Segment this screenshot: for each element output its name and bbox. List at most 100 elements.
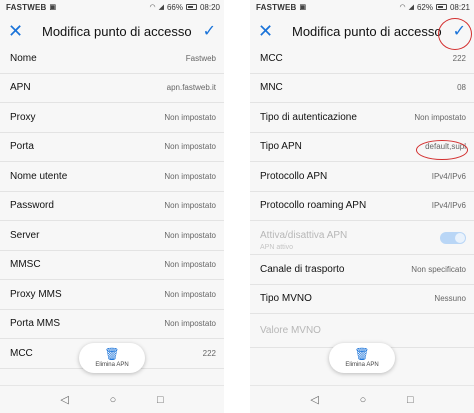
- recents-icon[interactable]: □: [407, 394, 414, 406]
- setting-row-porta[interactable]: Porta Non impostato: [0, 133, 224, 162]
- app-bar: ✕ Modifica punto di accesso ✓: [0, 14, 224, 48]
- signal-icon: ◢: [408, 4, 414, 11]
- confirm-check-icon[interactable]: ✓: [196, 21, 216, 41]
- setting-row-transport-channel[interactable]: Canale di trasporto Non specificato: [250, 255, 474, 285]
- apn-settings-list: Nome Fastweb APN apn.fastweb.it Proxy Non i…: [0, 44, 224, 369]
- confirm-check-icon[interactable]: ✓: [446, 21, 466, 41]
- setting-value: 222: [202, 348, 216, 358]
- setting-value: IPv4/IPv6: [431, 171, 466, 181]
- app-bar: ✕ Modifica punto di accesso ✓: [250, 14, 474, 48]
- setting-value: Non impostato: [414, 112, 466, 122]
- setting-value: Non impostato: [164, 171, 216, 181]
- back-icon[interactable]: ◁: [60, 393, 68, 406]
- setting-label: Porta MMS: [10, 318, 61, 330]
- setting-label: Tipo APN: [260, 141, 302, 153]
- trash-icon: 🗑: [104, 347, 120, 361]
- image-icon: ▣: [49, 4, 57, 11]
- setting-label: Tipo di autenticazione: [260, 111, 357, 123]
- setting-sublabel: APN attivo: [260, 243, 294, 251]
- battery-percent: 66%: [166, 2, 183, 12]
- status-bar: FASTWEB ▣ ◠ ◢ 62% 08:21: [250, 0, 474, 14]
- setting-row-porta-mms[interactable]: Porta MMS Non impostato: [0, 310, 224, 339]
- signal-icon: ◢: [158, 4, 164, 11]
- setting-label: Valore MVNO: [260, 325, 321, 336]
- setting-value: Non impostato: [164, 289, 216, 299]
- carrier-label: FASTWEB: [6, 2, 47, 12]
- setting-label: MCC: [10, 347, 33, 359]
- setting-row-roaming-protocol[interactable]: Protocollo roaming APN IPv4/IPv6: [250, 192, 474, 221]
- phone-screen-left: FASTWEB ▣ ◠ ◢ 66% 08:20 ✕ Modifica punto…: [0, 0, 224, 413]
- status-bar: FASTWEB ▣ ◠ ◢ 66% 08:20: [0, 0, 224, 14]
- battery-icon: [435, 4, 447, 10]
- setting-value: apn.fastweb.it: [166, 83, 216, 93]
- setting-label: Nome utente: [10, 170, 68, 182]
- home-icon[interactable]: ○: [110, 394, 117, 406]
- setting-label: Server: [10, 229, 40, 241]
- setting-value: Non impostato: [164, 201, 216, 211]
- setting-row-apn-protocol[interactable]: Protocollo APN IPv4/IPv6: [250, 162, 474, 192]
- wifi-icon: ◠: [149, 4, 156, 11]
- setting-label: Proxy MMS: [10, 288, 62, 300]
- setting-value: IPv4/IPv6: [431, 201, 466, 211]
- setting-row-proxy[interactable]: Proxy Non impostato: [0, 103, 224, 133]
- setting-row-apn[interactable]: APN apn.fastweb.it: [0, 74, 224, 103]
- setting-row-mcc[interactable]: MCC 222: [250, 44, 474, 74]
- setting-row-nome[interactable]: Nome Fastweb: [0, 44, 224, 74]
- setting-label: Protocollo roaming APN: [260, 200, 367, 212]
- setting-label: MMSC: [10, 259, 41, 271]
- setting-label: MCC: [260, 52, 283, 64]
- setting-value: Non impostato: [164, 230, 216, 240]
- setting-value: Nessuno: [434, 294, 466, 304]
- close-icon[interactable]: ✕: [258, 21, 280, 42]
- setting-row-proxy-mms[interactable]: Proxy MMS Non impostato: [0, 280, 224, 310]
- clock: 08:21: [449, 2, 470, 12]
- clock: 08:20: [199, 2, 220, 12]
- phone-screen-right: FASTWEB ▣ ◠ ◢ 62% 08:21 ✕ Modifica punto…: [250, 0, 474, 413]
- setting-value: Non impostato: [164, 319, 216, 329]
- setting-row-password[interactable]: Password Non impostato: [0, 192, 224, 221]
- delete-apn-label: Elimina APN: [345, 362, 379, 368]
- setting-row-mmsc[interactable]: MMSC Non impostato: [0, 251, 224, 280]
- close-icon[interactable]: ✕: [8, 21, 30, 42]
- apn-enable-toggle[interactable]: [440, 231, 466, 244]
- delete-apn-button[interactable]: 🗑 Elimina APN: [79, 343, 145, 373]
- navigation-bar: ◁ ○ □: [0, 385, 224, 413]
- page-title: Modifica punto di accesso: [292, 23, 442, 39]
- battery-percent: 62%: [416, 2, 433, 12]
- setting-row-auth-type[interactable]: Tipo di autenticazione Non impostato: [250, 103, 474, 133]
- setting-row-server[interactable]: Server Non impostato: [0, 221, 224, 251]
- delete-apn-button[interactable]: 🗑 Elimina APN: [329, 343, 395, 373]
- page-title: Modifica punto di accesso: [42, 23, 192, 39]
- setting-value: 08: [457, 83, 466, 93]
- setting-row-nome-utente[interactable]: Nome utente Non impostato: [0, 162, 224, 192]
- back-icon[interactable]: ◁: [310, 393, 318, 406]
- setting-value: 222: [452, 53, 466, 63]
- wifi-icon: ◠: [399, 4, 406, 11]
- setting-value: Non impostato: [164, 112, 216, 122]
- trash-icon: 🗑: [354, 347, 370, 361]
- setting-value: Fastweb: [185, 53, 216, 63]
- setting-label: Canale di trasporto: [260, 263, 345, 275]
- setting-label: Tipo MVNO: [260, 293, 312, 305]
- delete-apn-label: Elimina APN: [95, 362, 129, 368]
- setting-label: MNC: [260, 82, 283, 94]
- toggle-text: Attiva/disattiva APN APN attivo: [260, 225, 347, 251]
- setting-row-apn-toggle: Attiva/disattiva APN APN attivo: [250, 221, 474, 255]
- home-icon[interactable]: ○: [360, 394, 367, 406]
- setting-value: Non impostato: [164, 142, 216, 152]
- setting-value: Non specificato: [411, 264, 466, 274]
- setting-label: Proxy: [10, 111, 36, 123]
- setting-value: Non impostato: [164, 260, 216, 270]
- setting-label: Attiva/disattiva APN: [260, 229, 348, 241]
- setting-row-mvno-type[interactable]: Tipo MVNO Nessuno: [250, 285, 474, 314]
- setting-label: Porta: [10, 141, 34, 153]
- battery-icon: [185, 4, 197, 10]
- setting-label: Password: [10, 200, 54, 212]
- setting-label: APN: [10, 82, 31, 94]
- setting-row-apn-type[interactable]: Tipo APN default,supl: [250, 133, 474, 162]
- apn-settings-list: MCC 222 MNC 08 Tipo di autenticazione Non i…: [250, 44, 474, 348]
- recents-icon[interactable]: □: [157, 394, 164, 406]
- setting-label: Nome: [10, 52, 37, 64]
- setting-row-mnc[interactable]: MNC 08: [250, 74, 474, 103]
- image-icon: ▣: [299, 4, 307, 11]
